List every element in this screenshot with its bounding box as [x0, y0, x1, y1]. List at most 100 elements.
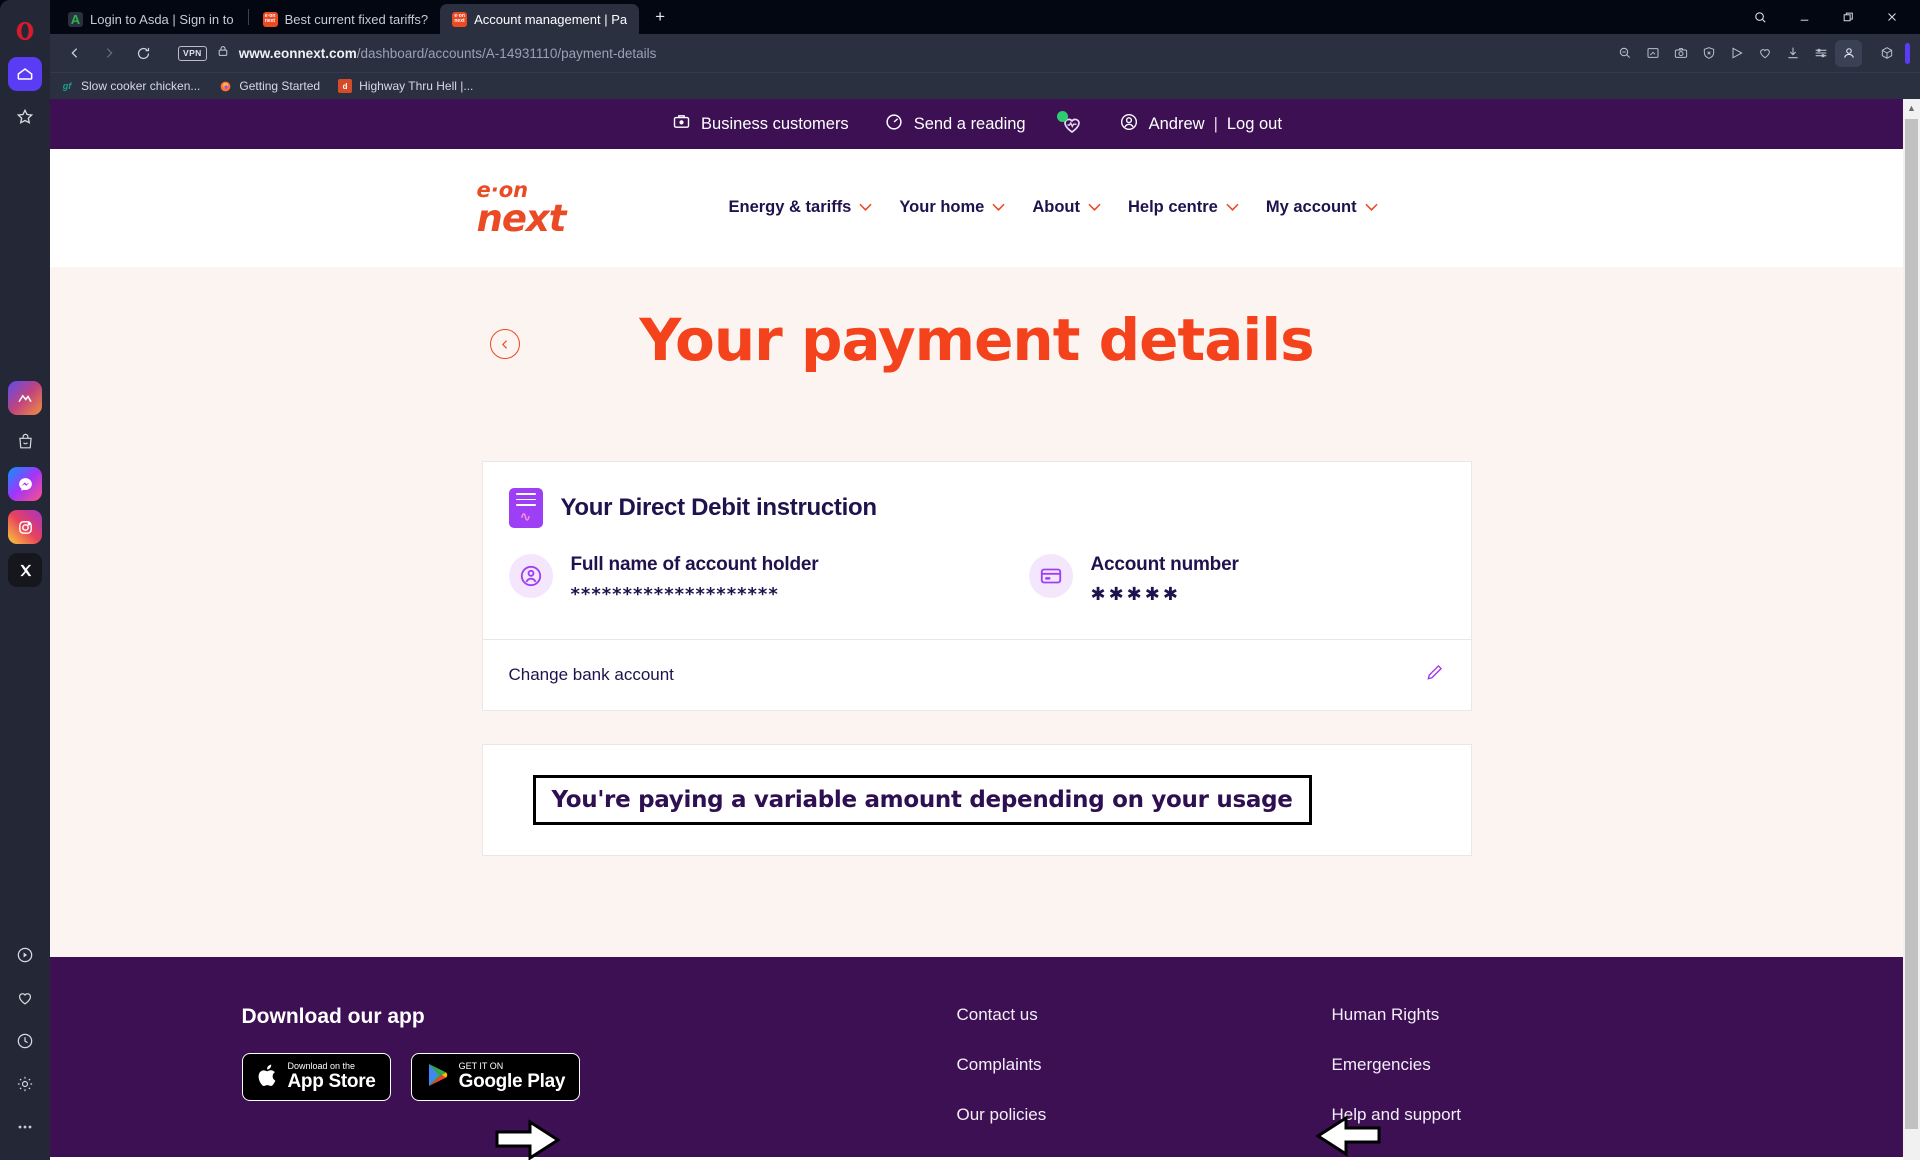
tab-search-icon[interactable] [1738, 2, 1782, 32]
send-a-reading-link[interactable]: Send a reading [883, 111, 1026, 138]
back-chevron-icon[interactable] [490, 329, 520, 359]
opera-sidebar [0, 0, 50, 1160]
site-lock-icon[interactable] [216, 44, 230, 63]
nav-label: Your home [899, 198, 985, 217]
sidebar-history-clock-icon[interactable] [8, 1024, 42, 1058]
nav-item-help-centre[interactable]: Help centre [1128, 198, 1239, 217]
cards-container: ∿ Your Direct Debit instruction Full nam… [481, 461, 1472, 856]
minimize-button[interactable] [1782, 2, 1826, 32]
chevron-down-icon [1088, 200, 1101, 215]
browser-tab[interactable]: e·on next Best current fixed tariffs? [251, 4, 441, 34]
sidebar-messenger-icon[interactable] [8, 467, 42, 501]
tab-favicon-eon: e·on next [262, 11, 278, 27]
sidebar-pill-indicator[interactable] [1905, 42, 1910, 64]
heart-pulse-status-icon[interactable] [1056, 111, 1084, 136]
vpn-badge[interactable]: VPN [178, 45, 207, 61]
close-button[interactable] [1870, 2, 1914, 32]
nav-item-my-account[interactable]: My account [1266, 198, 1378, 217]
restore-button[interactable] [1826, 2, 1870, 32]
change-bank-account-row[interactable]: Change bank account [482, 639, 1471, 710]
footer-link-contact-us[interactable]: Contact us [957, 1005, 1332, 1025]
app-store-button[interactable]: Download on the App Store [241, 1053, 391, 1101]
send-icon[interactable] [1723, 40, 1750, 67]
footer-link-emergencies[interactable]: Emergencies [1332, 1055, 1707, 1075]
browser-tab-active[interactable]: e·on next Account management | Pa [440, 4, 640, 34]
page-title: Your payment details [639, 306, 1314, 374]
url-path: /dashboard/accounts/A-14931110/payment-d… [356, 45, 657, 61]
sidebar-x-twitter-icon[interactable] [8, 553, 42, 587]
nav-label: Energy & tariffs [728, 198, 852, 217]
nav-item-energy-tariffs[interactable]: Energy & tariffs [729, 198, 873, 217]
bookmark-item[interactable]: gf Slow cooker chicken... [60, 79, 201, 93]
wave-glyph: ∿ [520, 509, 531, 525]
opera-menu-icon[interactable] [8, 14, 42, 48]
heart-icon[interactable] [1751, 40, 1778, 67]
forward-button[interactable] [94, 38, 124, 68]
bookmark-item[interactable]: d Highway Thru Hell |... [338, 79, 473, 93]
url-input[interactable]: VPN www.eonnext.com/dashboard/accounts/A… [168, 38, 1601, 68]
tab-favicon-asda: A [68, 11, 83, 27]
page-scrollbar[interactable]: ▲ [1903, 99, 1920, 1160]
tab-separator [247, 9, 249, 25]
easy-setup-icon[interactable] [1807, 40, 1834, 67]
logout-link[interactable]: Log out [1227, 115, 1282, 134]
eon-next-logo[interactable]: e·on next [477, 179, 589, 237]
new-tab-button[interactable]: + [647, 4, 673, 30]
sidebar-pinboard-heart-icon[interactable] [8, 981, 42, 1015]
sidebar-player-icon[interactable] [8, 938, 42, 972]
camera-icon[interactable] [1667, 40, 1694, 67]
nav-label: Help centre [1127, 198, 1218, 217]
field-label: Full name of account holder [570, 554, 819, 575]
chevron-down-icon [1365, 200, 1378, 215]
sidebar-home-icon[interactable] [8, 57, 42, 91]
footer-link-help-and-support[interactable]: Help and support [1332, 1105, 1707, 1125]
browser-tab[interactable]: A Login to Asda | Sign in to [56, 4, 246, 34]
web-page: Business customers Send a reading Andrew… [50, 99, 1903, 1160]
sidebar-instagram-icon[interactable] [8, 510, 42, 544]
shield-block-icon[interactable] [1695, 40, 1722, 67]
nav-label: My account [1265, 198, 1357, 217]
footer-link-complaints[interactable]: Complaints [957, 1055, 1332, 1075]
snapshot-edit-icon[interactable] [1639, 40, 1666, 67]
business-customers-label: Business customers [701, 114, 849, 133]
site-footer: Download our app Download on the App Sto… [50, 957, 1903, 1157]
google-play-main-label: Google Play [458, 1070, 566, 1092]
right-annotation-arrow-icon [1315, 1115, 1381, 1157]
reload-button[interactable] [128, 38, 158, 68]
pencil-edit-icon[interactable] [1424, 662, 1445, 688]
tabstrip: A Login to Asda | Sign in to e·on next Be… [50, 0, 1920, 34]
scrollbar-thumb[interactable] [1905, 119, 1918, 1129]
app-store-badges: Download on the App Store GET IT ON Goog… [241, 1053, 957, 1101]
back-button[interactable] [60, 38, 90, 68]
footer-links-column-2: Human Rights Emergencies Help and suppor… [1332, 1005, 1707, 1157]
sidebar-more-icon[interactable] [8, 1110, 42, 1144]
change-bank-account-label: Change bank account [508, 665, 674, 684]
zoom-out-icon[interactable] [1611, 40, 1638, 67]
person-circle-icon [508, 554, 553, 598]
cube-extension-icon[interactable] [1873, 40, 1900, 67]
footer-link-our-policies[interactable]: Our policies [957, 1105, 1332, 1125]
meter-gauge-icon [883, 111, 905, 138]
google-play-button[interactable]: GET IT ON Google Play [410, 1053, 581, 1101]
download-icon[interactable] [1779, 40, 1806, 67]
sidebar-favorites-star-icon[interactable] [8, 100, 42, 134]
discovery-favicon-icon: d [338, 79, 353, 93]
scroll-up-arrow-icon[interactable]: ▲ [1903, 99, 1920, 116]
bookmark-item[interactable]: Getting Started [218, 79, 320, 93]
user-circle-icon [1118, 111, 1140, 138]
account-user-menu[interactable]: Andrew | Log out [1118, 111, 1282, 138]
direct-debit-document-icon: ∿ [508, 488, 543, 528]
payment-amount-card: You're paying a variable amount dependin… [481, 744, 1472, 856]
sidebar-shopping-bag-icon[interactable] [8, 424, 42, 458]
profile-icon[interactable] [1835, 39, 1862, 67]
tab-favicon-eon: e·on next [452, 11, 468, 27]
sidebar-aria-ai-icon[interactable] [8, 381, 42, 415]
sidebar-settings-gear-icon[interactable] [8, 1067, 42, 1101]
nav-label: About [1032, 198, 1080, 217]
footer-link-human-rights[interactable]: Human Rights [1332, 1005, 1707, 1025]
nav-item-your-home[interactable]: Your home [899, 198, 1005, 217]
business-customers-link[interactable]: Business customers [671, 111, 849, 137]
nav-item-about[interactable]: About [1032, 198, 1101, 217]
bookmark-label: Slow cooker chicken... [81, 79, 201, 93]
tab-title: Login to Asda | Sign in to [90, 11, 234, 27]
